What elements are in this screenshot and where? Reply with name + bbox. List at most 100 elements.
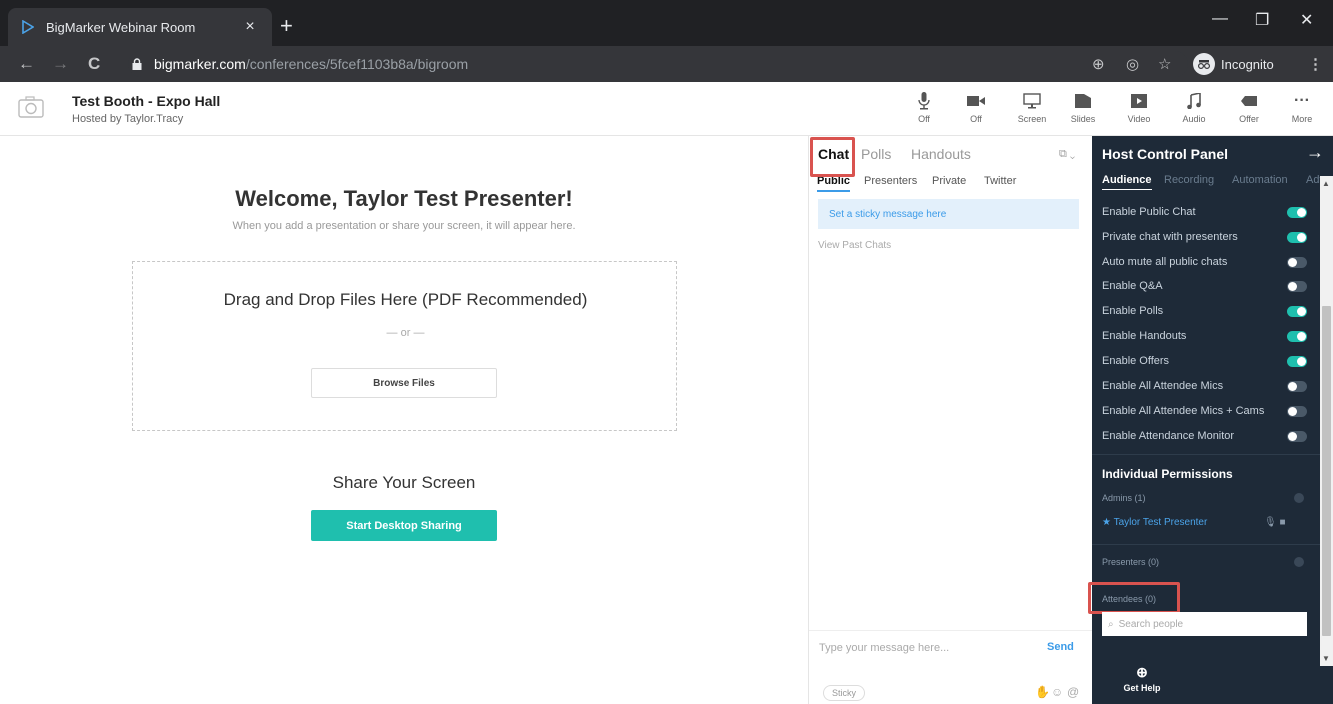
camera-toggle-button[interactable]: Off — [954, 91, 998, 124]
search-placeholder: Search people — [1118, 618, 1184, 630]
restore-icon[interactable]: ❐ — [1255, 10, 1269, 30]
offer-icon — [1227, 91, 1271, 111]
mic-toggle-button[interactable]: Off — [902, 91, 946, 124]
setting-row: Private chat with presenters — [1102, 231, 1307, 243]
send-button[interactable]: Send — [1047, 641, 1074, 653]
tab-close-icon[interactable]: × — [240, 18, 260, 36]
tab-polls[interactable]: Polls — [861, 146, 891, 162]
emoji-icon[interactable]: ☺ — [1051, 685, 1063, 699]
lifebuoy-icon: ⊕ — [1136, 664, 1148, 680]
tool-label: Video — [1127, 114, 1151, 124]
camera-icon — [954, 91, 998, 111]
setting-toggle[interactable] — [1287, 232, 1307, 243]
tool-label: More — [1291, 114, 1313, 124]
video-button[interactable]: Video — [1117, 91, 1161, 124]
minimize-icon[interactable]: — — [1212, 10, 1228, 28]
search-people-input[interactable]: ⌕ Search people — [1102, 612, 1307, 636]
setting-toggle[interactable] — [1287, 331, 1307, 342]
tab-title: BigMarker Webinar Room — [46, 19, 196, 35]
camera-placeholder-icon[interactable] — [18, 96, 44, 123]
setting-label: Enable Attendance Monitor — [1102, 430, 1235, 442]
booth-title: Test Booth - Expo Hall — [72, 93, 221, 109]
incognito-indicator[interactable]: Incognito — [1193, 52, 1274, 76]
slides-button[interactable]: Slides — [1061, 91, 1105, 124]
hcp-tab-automation[interactable]: Automation — [1232, 174, 1288, 186]
forward-icon[interactable]: → — [52, 54, 69, 74]
url-field[interactable]: bigmarker.com/conferences/5fcef1103b8a/b… — [128, 51, 1188, 77]
offer-button[interactable]: Offer — [1227, 91, 1271, 124]
chat-panel: Chat Polls Handouts ⧉ ⌄ Public Presenter… — [808, 136, 1093, 704]
host-control-panel: Host Control Panel → Audience Recording … — [1088, 136, 1333, 704]
tool-label: Off — [918, 114, 930, 124]
admins-label[interactable]: Admins (1) — [1102, 493, 1146, 503]
setting-row: Enable All Attendee Mics + Cams — [1102, 405, 1307, 417]
admin-person-item[interactable]: ★ Taylor Test Presenter — [1102, 517, 1207, 528]
chat-tab-highlight — [810, 137, 855, 177]
reload-icon[interactable]: C — [88, 54, 100, 74]
setting-row: Enable Offers — [1102, 355, 1307, 367]
chat-input-row: Type your message here... Send — [809, 630, 1093, 666]
slides-icon — [1061, 91, 1105, 111]
sticky-message-field[interactable]: Set a sticky message here — [818, 199, 1079, 229]
setting-toggle[interactable] — [1287, 356, 1307, 367]
more-button[interactable]: ··· More — [1280, 91, 1324, 124]
tab-handouts[interactable]: Handouts — [911, 146, 971, 162]
admin-mic-camera-icon[interactable]: 🎙 ■ — [1264, 517, 1286, 528]
subtab-private[interactable]: Private — [932, 175, 966, 187]
scroll-thumb[interactable] — [1322, 306, 1331, 636]
screen-button[interactable]: Screen — [1010, 91, 1054, 124]
screen-icon — [1010, 91, 1054, 111]
lock-icon — [132, 58, 146, 70]
scroll-down-icon[interactable]: ▼ — [1322, 654, 1330, 663]
subtab-presenters[interactable]: Presenters — [864, 175, 917, 187]
subtab-twitter[interactable]: Twitter — [984, 175, 1016, 187]
back-icon[interactable]: ← — [18, 54, 35, 74]
share-screen-heading: Share Your Screen — [332, 473, 476, 492]
window-close-icon[interactable]: ✕ — [1300, 10, 1313, 30]
collapse-arrow-icon[interactable]: → — [1306, 142, 1324, 163]
mention-icon[interactable]: @ — [1067, 685, 1079, 699]
star-icon[interactable]: ☆ — [1158, 55, 1171, 73]
zoom-icon[interactable]: ⊕ — [1092, 55, 1105, 73]
popout-icon[interactable]: ⧉ ⌄ — [1059, 148, 1075, 161]
chat-message-input[interactable]: Type your message here... — [819, 642, 949, 654]
setting-row: Enable All Attendee Mics — [1102, 380, 1307, 392]
hcp-scrollbar[interactable]: ▲ ▼ — [1320, 176, 1333, 666]
setting-toggle[interactable] — [1287, 281, 1307, 292]
new-tab-button[interactable]: + — [280, 13, 293, 39]
presentation-stage: Welcome, Taylor Test Presenter! When you… — [0, 136, 808, 704]
file-dropzone[interactable]: Drag and Drop Files Here (PDF Recommende… — [132, 261, 677, 431]
setting-toggle[interactable] — [1287, 406, 1307, 417]
presenters-info-icon[interactable] — [1294, 557, 1304, 567]
view-past-chats-link[interactable]: View Past Chats — [818, 240, 891, 251]
admins-info-icon[interactable] — [1294, 493, 1304, 503]
browser-tab[interactable]: BigMarker Webinar Room × — [8, 8, 272, 46]
setting-toggle[interactable] — [1287, 207, 1307, 218]
hcp-tab-audience[interactable]: Audience — [1102, 174, 1152, 190]
setting-label: Enable Q&A — [1102, 280, 1163, 292]
search-icon: ⌕ — [1108, 618, 1114, 630]
setting-label: Enable Public Chat — [1102, 206, 1196, 218]
browse-files-button[interactable]: Browse Files — [311, 368, 497, 398]
setting-toggle[interactable] — [1287, 431, 1307, 442]
audio-button[interactable]: Audio — [1172, 91, 1216, 124]
welcome-subtext: When you add a presentation or share you… — [232, 220, 576, 232]
raise-hand-icon[interactable]: ✋ — [1035, 685, 1050, 699]
presenters-label[interactable]: Presenters (0) — [1102, 557, 1159, 567]
setting-toggle[interactable] — [1287, 257, 1307, 268]
incognito-label: Incognito — [1221, 56, 1274, 72]
start-desktop-sharing-button[interactable]: Start Desktop Sharing — [311, 510, 497, 541]
tracking-icon[interactable]: ◎ — [1126, 55, 1139, 73]
subtab-public[interactable]: Public — [817, 175, 851, 192]
setting-toggle[interactable] — [1287, 381, 1307, 392]
sticky-button[interactable]: Sticky — [823, 685, 866, 701]
scroll-up-icon[interactable]: ▲ — [1322, 179, 1330, 188]
bigmarker-favicon-icon — [20, 19, 36, 35]
menu-icon[interactable]: ⋮ — [1308, 55, 1323, 73]
attendees-highlight — [1088, 582, 1180, 614]
setting-label: Auto mute all public chats — [1102, 256, 1228, 268]
setting-toggle[interactable] — [1287, 306, 1307, 317]
hcp-tab-recording[interactable]: Recording — [1164, 174, 1214, 186]
url-host: bigmarker.com — [154, 56, 246, 72]
get-help-button[interactable]: ⊕ Get Help — [1092, 664, 1192, 693]
